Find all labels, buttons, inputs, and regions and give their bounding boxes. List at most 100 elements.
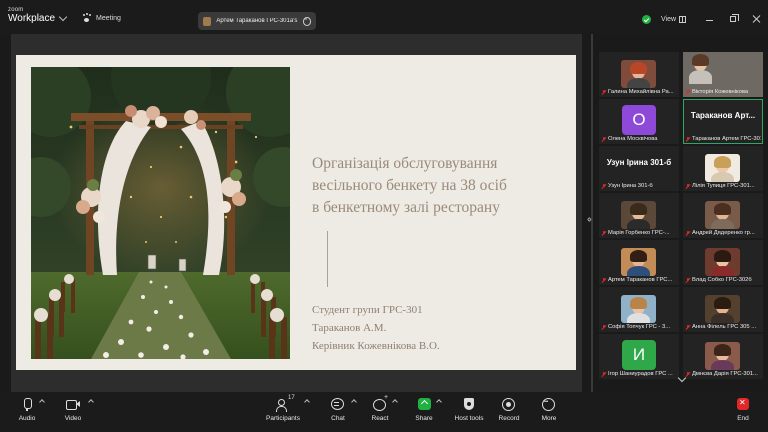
participants-count: 17 (288, 395, 295, 401)
participant-tile[interactable]: Узун Ірина 301-б Узун Ірина 301-б (599, 146, 679, 191)
participant-name-label: Дмнєва Дарія ГРС-301... (685, 371, 761, 377)
participant-name: Софія Топчук ГРС - 3... (608, 324, 671, 330)
wedding-arch-photo (31, 67, 290, 359)
end-button[interactable]: End (734, 396, 752, 422)
mic-muted-icon (685, 371, 690, 377)
chat-label: Chat (331, 415, 345, 422)
more-button[interactable]: More (539, 396, 559, 422)
participant-video (705, 295, 740, 323)
participant-name-label: Олена Москвічова (601, 136, 677, 142)
slide-info-line-2: Тараканов А.М. (312, 322, 387, 334)
close-icon[interactable] (752, 14, 761, 23)
react-label: React (371, 415, 389, 422)
view-button[interactable]: View (661, 16, 676, 23)
react-caret-icon[interactable] (392, 399, 398, 405)
presentation-slide: Організація обслуговування весільного бе… (16, 55, 576, 370)
participant-tile[interactable]: Вікторія Кожевнікова (683, 52, 763, 97)
slide-info-line-3: Керівник Кожевнікова В.О. (312, 340, 440, 352)
participant-hair (630, 297, 647, 309)
sharer-avatar-icon (203, 16, 212, 26)
slide-title-line-1: Організація обслуговування (312, 155, 498, 172)
react-button[interactable]: React (370, 394, 390, 422)
participant-tile[interactable]: Андрей Дядеренко гр... (683, 193, 763, 238)
participant-name-label: Вікторія Кожевнікова (685, 89, 761, 95)
minimize-icon[interactable] (706, 20, 713, 21)
mic-muted-icon (685, 324, 690, 330)
chat-button[interactable]: Chat (329, 396, 347, 422)
more-options-icon[interactable] (302, 16, 312, 26)
restore-icon[interactable] (730, 14, 739, 22)
participant-name-label: Марія Горбенко ГРС-... (601, 230, 677, 236)
participant-name: Анна Філель ГРС 305 ... (692, 324, 757, 330)
slide-divider (327, 231, 328, 287)
zoom-workplace-logo[interactable]: zoom Workplace (8, 7, 55, 24)
video-caret-icon[interactable] (88, 399, 94, 405)
mic-muted-icon (601, 89, 606, 95)
participants-button[interactable]: 17 Participants (266, 395, 300, 422)
screen-share-pill[interactable]: Артем Тараканов ГРС-301а's sc (198, 12, 316, 30)
meeting-menu[interactable]: Meeting (82, 14, 121, 23)
video-button[interactable]: Video (62, 396, 84, 422)
participant-video (705, 342, 740, 370)
participant-name-label: Андрей Дядеренко гр... (685, 230, 761, 236)
participant-video (705, 201, 740, 229)
participant-tile[interactable]: О Олена Москвічова (599, 99, 679, 144)
participant-tile[interactable]: Тараканов Арт... Тараканов Артем ГРС-301.… (683, 99, 763, 144)
security-shield-icon[interactable] (642, 15, 651, 24)
audio-button[interactable]: Audio (15, 396, 39, 422)
participant-video (705, 248, 740, 276)
participant-tile[interactable]: Марія Горбенко ГРС-... (599, 193, 679, 238)
participant-name: Галина Михайлівна Ра... (608, 89, 674, 95)
share-button[interactable]: Share (414, 396, 434, 422)
mic-muted-icon (601, 371, 606, 377)
participant-video (621, 295, 656, 323)
participant-tile[interactable]: И Ігор Шаниурадов ГРС ... (599, 334, 679, 379)
mic-muted-icon (601, 183, 606, 189)
host-tools-button[interactable]: Host tools (454, 396, 484, 422)
shared-screen: Організація обслуговування весільного бе… (11, 34, 582, 392)
participant-tile[interactable]: Галина Михайлівна Ра... (599, 52, 679, 97)
participant-avatar-letter: И (622, 340, 656, 370)
participant-video (621, 248, 656, 276)
resize-handle-icon[interactable] (587, 214, 597, 227)
mic-muted-icon (601, 136, 606, 142)
participant-hair (714, 203, 731, 215)
brand-workplace: Workplace (8, 13, 56, 24)
paw-icon (82, 14, 91, 23)
participant-hair (630, 62, 647, 74)
more-icon (542, 396, 556, 412)
participant-tile[interactable]: Лілія Тупиця ГРС-301... (683, 146, 763, 191)
more-label: More (541, 415, 557, 422)
participant-name-label: Лілія Тупиця ГРС-301... (685, 183, 761, 189)
record-icon (502, 396, 516, 412)
share-caret-icon[interactable] (436, 399, 442, 405)
participant-name: Артем Тараканов ГРС... (608, 277, 673, 283)
participant-name: Ігор Шаниурадов ГРС ... (608, 371, 673, 377)
panel-splitter[interactable] (591, 34, 593, 392)
participant-name: Олена Москвічова (608, 136, 658, 142)
audio-caret-icon[interactable] (39, 399, 45, 405)
participant-display-name: Узун Ірина 301-б (606, 158, 672, 167)
participant-tile[interactable]: Софія Топчук ГРС - 3... (599, 287, 679, 332)
end-label: End (737, 415, 749, 422)
chevron-down-icon[interactable] (58, 12, 68, 22)
video-camera-icon (66, 396, 80, 412)
react-emoji-icon (373, 394, 388, 412)
participant-name: Марія Горбенко ГРС-... (608, 230, 670, 236)
participant-gallery: Галина Михайлівна Ра... Вікторія Кожевнік… (599, 52, 765, 384)
mic-muted-icon (685, 89, 690, 95)
participant-tile[interactable]: Анна Філель ГРС 305 ... (683, 287, 763, 332)
zoom-window: zoom Workplace Meeting Артем Тараканов Г… (0, 0, 768, 432)
chat-caret-icon[interactable] (351, 399, 357, 405)
participant-tile[interactable]: Влад Собко ГРС-302б (683, 240, 763, 285)
participant-hair (630, 250, 647, 262)
gallery-view-icon[interactable] (679, 16, 686, 23)
participants-caret-icon[interactable] (304, 399, 310, 405)
participant-tile[interactable]: Артем Тараканов ГРС... (599, 240, 679, 285)
participant-tile[interactable]: Дмнєва Дарія ГРС-301... (683, 334, 763, 379)
participant-hair (692, 54, 709, 66)
participant-video (705, 154, 740, 182)
participant-hair (714, 250, 731, 262)
chat-icon (331, 396, 345, 412)
record-button[interactable]: Record (497, 396, 521, 422)
